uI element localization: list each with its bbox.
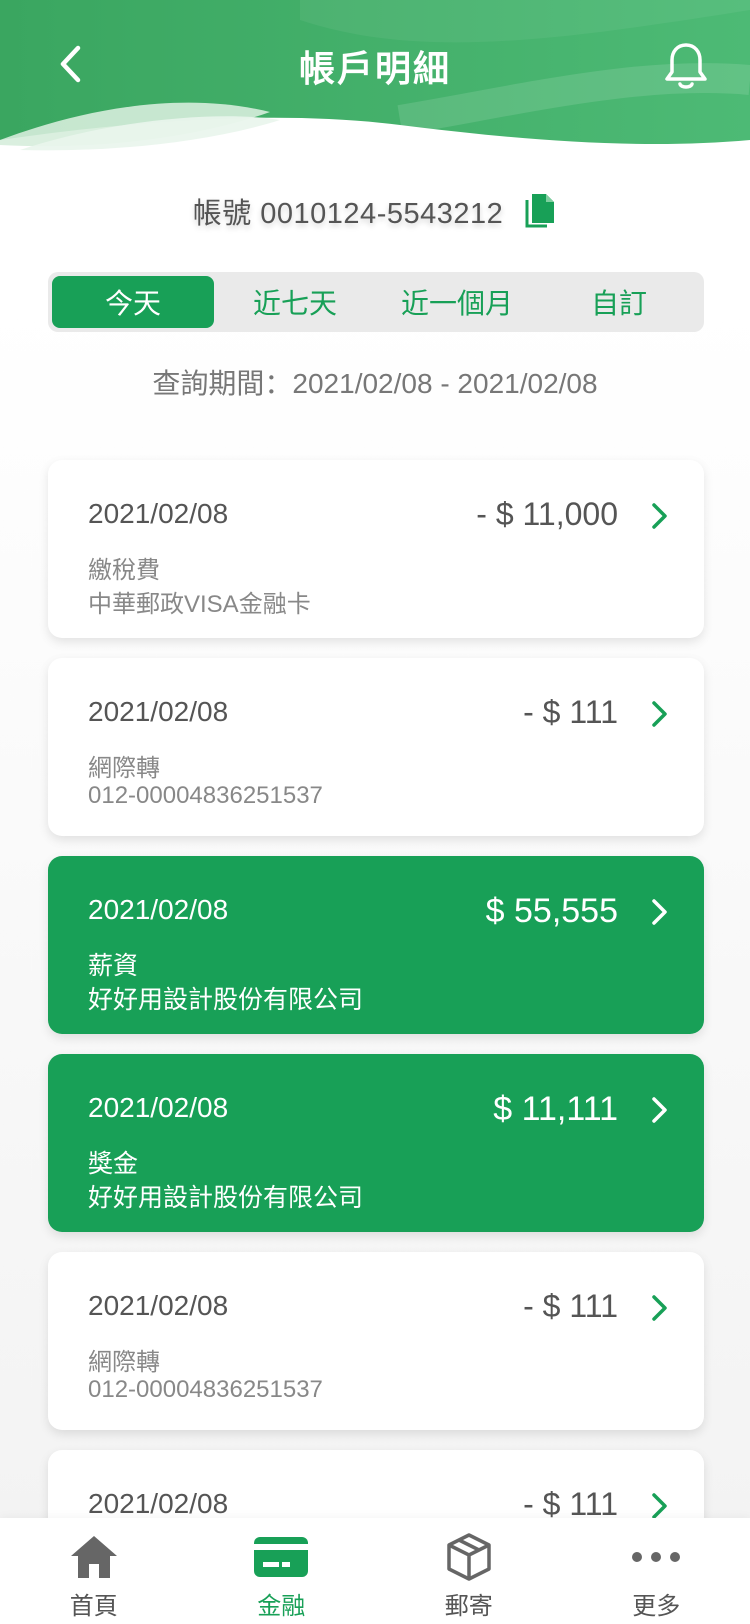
- nav-home-label: 首頁: [69, 1593, 118, 1620]
- copy-icon[interactable]: [523, 192, 557, 230]
- nav-more-label: 更多: [632, 1593, 681, 1620]
- account-number: 帳號 0010124-5543212: [192, 198, 504, 230]
- chevron-right-icon: [652, 1097, 667, 1123]
- chevron-right-icon: [652, 899, 667, 925]
- date-range-tabs: 今天 近七天 近一個月 自訂: [48, 272, 704, 332]
- transaction-description: 繳稅費: [88, 557, 160, 584]
- transaction-date: 2021/02/08: [88, 498, 229, 529]
- page-title: 帳戶明細: [298, 48, 451, 89]
- tab-today[interactable]: 今天: [52, 276, 214, 328]
- bell-icon: [665, 43, 707, 89]
- transaction-detail: 中華郵政VISA金融卡: [88, 591, 311, 618]
- chevron-right-icon: [652, 503, 667, 529]
- app-header: 帳戶明細: [0, 0, 750, 160]
- transaction-date: 2021/02/08: [88, 1488, 229, 1519]
- nav-mail-label: 郵寄: [444, 1593, 493, 1620]
- transaction-amount: - $ 111: [523, 694, 618, 730]
- card-icon: [253, 1532, 309, 1582]
- notification-button[interactable]: [660, 40, 712, 92]
- chevron-right-icon: [652, 1295, 667, 1321]
- transaction-description: 獎金: [88, 1150, 139, 1178]
- transaction-card-income[interactable]: 2021/02/08 $ 55,555 薪資 好好用設計股份有限公司: [48, 856, 704, 1034]
- transaction-amount: - $ 11,000: [476, 496, 618, 532]
- nav-home[interactable]: 首頁: [0, 1518, 188, 1624]
- transaction-date: 2021/02/08: [88, 894, 229, 925]
- bottom-navigation: 首頁 金融 郵寄 更多: [0, 1518, 750, 1624]
- chevron-right-icon: [652, 1493, 667, 1519]
- transaction-detail: 012-00004836251537: [88, 782, 323, 809]
- transaction-date: 2021/02/08: [88, 1290, 229, 1321]
- transaction-card[interactable]: 2021/02/08 - $ 11,000 繳稅費 中華郵政VISA金融卡: [48, 460, 704, 638]
- nav-finance[interactable]: 金融: [188, 1518, 376, 1624]
- tab-custom[interactable]: 自訂: [538, 276, 700, 328]
- transaction-description: 網際轉: [88, 755, 160, 782]
- transaction-detail: 好好用設計股份有限公司: [88, 986, 364, 1014]
- nav-more[interactable]: 更多: [563, 1518, 750, 1624]
- transaction-card-income[interactable]: 2021/02/08 $ 11,111 獎金 好好用設計股份有限公司: [48, 1054, 704, 1232]
- nav-finance-label: 金融: [257, 1593, 306, 1620]
- more-icon: [628, 1532, 684, 1582]
- chevron-right-icon: [652, 701, 667, 727]
- transaction-card[interactable]: 2021/02/08 - $ 111 網際轉 012-0000483625153…: [48, 658, 704, 836]
- package-icon: [441, 1532, 497, 1582]
- nav-mail[interactable]: 郵寄: [375, 1518, 563, 1624]
- query-period: 查詢期間：2021/02/08 - 2021/02/08: [152, 368, 598, 399]
- transaction-date: 2021/02/08: [88, 1092, 229, 1123]
- transaction-amount: $ 55,555: [485, 892, 618, 930]
- transaction-card[interactable]: 2021/02/08 - $ 111 網際轉 012-0000483625153…: [48, 1252, 704, 1430]
- transaction-amount: $ 11,111: [493, 1090, 618, 1128]
- tab-last-7-days[interactable]: 近七天: [214, 276, 376, 328]
- transaction-date: 2021/02/08: [88, 696, 229, 727]
- transaction-description: 網際轉: [88, 1349, 160, 1376]
- transaction-amount: - $ 111: [523, 1288, 618, 1324]
- transaction-description: 薪資: [88, 952, 139, 980]
- transaction-detail: 好好用設計股份有限公司: [88, 1184, 364, 1212]
- home-icon: [66, 1532, 122, 1582]
- transaction-detail: 012-00004836251537: [88, 1376, 323, 1403]
- tab-last-month[interactable]: 近一個月: [376, 276, 538, 328]
- account-number-row: 帳號 0010124-5543212: [0, 190, 750, 232]
